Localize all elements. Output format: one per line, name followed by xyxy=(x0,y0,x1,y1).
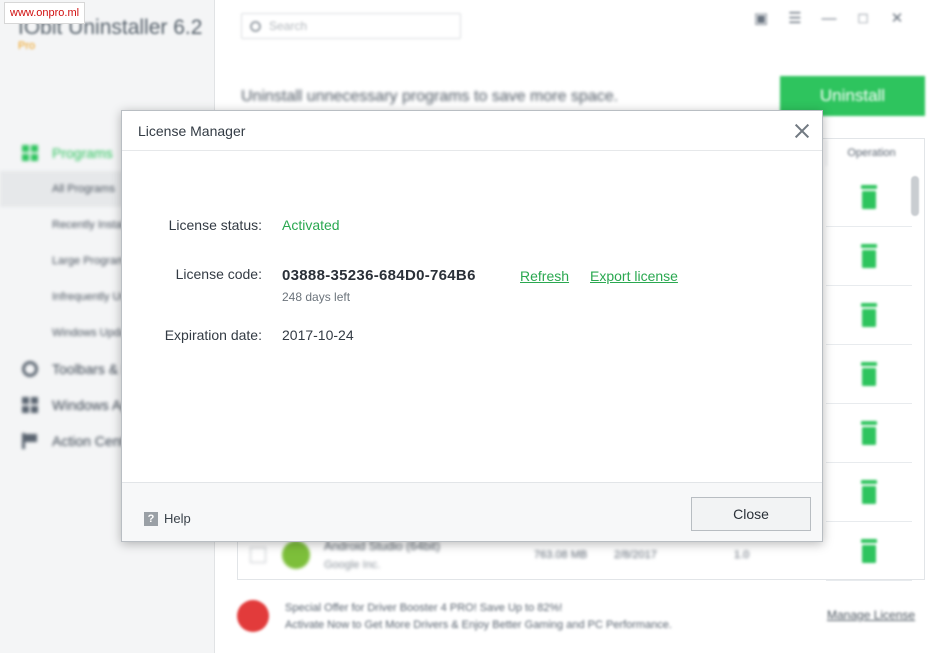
help-icon: ? xyxy=(144,511,158,526)
dialog-header: License Manager xyxy=(122,111,822,151)
flag-icon xyxy=(22,433,38,449)
trash-icon[interactable] xyxy=(860,362,878,386)
export-license-link[interactable]: Export license xyxy=(590,268,678,284)
operation-cell xyxy=(826,168,912,227)
row-checkbox[interactable] xyxy=(250,547,266,563)
trash-icon[interactable] xyxy=(860,303,878,327)
license-code-value: 03888-35236-684D0-764B6 xyxy=(282,267,476,284)
program-name: Android Studio (64bit) Google Inc. xyxy=(324,539,534,571)
promo-banner: Special Offer for Driver Booster 4 PRO! … xyxy=(237,598,927,638)
minimize-icon[interactable]: — xyxy=(820,10,838,28)
window-controls: ▣ ☰ — □ ✕ xyxy=(752,10,906,28)
license-status-label: License status: xyxy=(168,217,262,233)
expiration-date-label: Expiration date: xyxy=(164,327,262,343)
list-scrollbar[interactable] xyxy=(911,176,919,216)
promo-badge-icon xyxy=(237,600,269,632)
license-code-label: License code: xyxy=(175,266,262,282)
close-icon[interactable] xyxy=(792,121,812,141)
operation-cell xyxy=(826,286,912,345)
android-studio-icon xyxy=(282,541,310,569)
refresh-link[interactable]: Refresh xyxy=(520,268,569,284)
watermark: www.onpro.ml xyxy=(4,2,86,24)
menu-icon[interactable]: ☰ xyxy=(786,10,804,28)
help-link[interactable]: ? Help xyxy=(144,511,191,526)
manage-license-link[interactable]: Manage License xyxy=(827,608,915,622)
program-size: 763.08 MB xyxy=(534,549,588,561)
search-icon xyxy=(250,20,261,32)
program-version: 1.0 xyxy=(734,549,750,561)
operation-cell xyxy=(826,404,912,463)
program-date: 2/8/2017 xyxy=(614,549,657,561)
search-placeholder: Search xyxy=(269,19,308,33)
operation-cell xyxy=(826,227,912,286)
app-edition: Pro xyxy=(18,40,36,52)
trash-icon[interactable] xyxy=(860,421,878,445)
operation-column xyxy=(826,168,912,581)
close-icon[interactable]: ✕ xyxy=(888,10,906,28)
program-publisher: Google Inc. xyxy=(324,559,381,571)
dialog-title: License Manager xyxy=(138,123,246,139)
help-label: Help xyxy=(164,511,191,526)
operation-column-header: Operation xyxy=(826,140,916,166)
operation-cell xyxy=(826,345,912,404)
briefcase-icon[interactable]: ▣ xyxy=(752,10,770,28)
toolbar-icon xyxy=(22,361,38,377)
promo-line-1[interactable]: Special Offer for Driver Booster 4 PRO! … xyxy=(285,602,562,614)
search-box[interactable]: Search xyxy=(241,13,461,39)
promo-line-2[interactable]: Activate Now to Get More Drivers & Enjoy… xyxy=(285,619,672,631)
windows-icon xyxy=(22,397,38,413)
close-button[interactable]: Close xyxy=(691,497,811,531)
maximize-icon[interactable]: □ xyxy=(854,10,872,28)
expiration-date-value: 2017-10-24 xyxy=(282,327,354,343)
trash-icon[interactable] xyxy=(860,539,878,563)
page-headline: Uninstall unnecessary programs to save m… xyxy=(241,88,619,105)
trash-icon[interactable] xyxy=(860,185,878,209)
operation-cell xyxy=(826,522,912,581)
license-status-value: Activated xyxy=(282,217,340,233)
grid-icon xyxy=(22,145,38,161)
trash-icon[interactable] xyxy=(860,480,878,504)
trash-icon[interactable] xyxy=(860,244,878,268)
dialog-footer: ? Help Close xyxy=(122,482,822,541)
days-left-text: 248 days left xyxy=(282,290,351,304)
sidebar-item-label: Programs xyxy=(52,145,113,161)
operation-cell xyxy=(826,463,912,522)
license-manager-dialog: License Manager License status: Activate… xyxy=(121,110,823,542)
